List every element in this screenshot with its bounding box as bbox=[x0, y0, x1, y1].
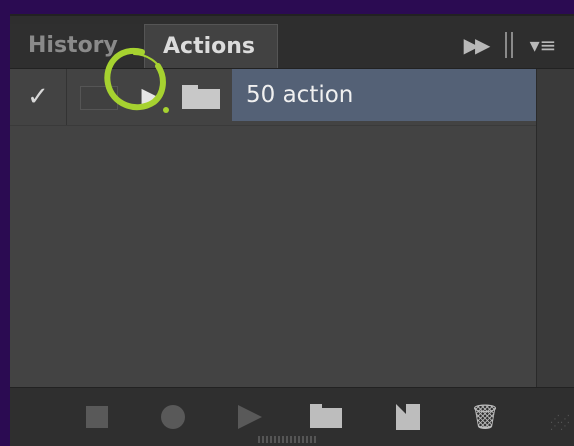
stop-icon bbox=[86, 406, 108, 428]
actions-list: ✓ ▶ 50 action bbox=[10, 69, 536, 387]
action-set-row[interactable]: ✓ ▶ 50 action bbox=[10, 69, 536, 126]
tab-actions[interactable]: Actions bbox=[144, 24, 278, 68]
tab-history[interactable]: History bbox=[10, 24, 142, 68]
record-button[interactable] bbox=[158, 402, 188, 432]
stop-button[interactable] bbox=[82, 402, 112, 432]
panel-tab-bar: History Actions ▶▶ ▾≡ bbox=[10, 16, 574, 69]
resize-grip[interactable]: ⋰⋰ ⋰⋰ bbox=[550, 415, 570, 432]
new-action-button[interactable] bbox=[392, 402, 422, 432]
panel-grip-separator bbox=[505, 32, 513, 58]
trash-icon[interactable]: 🗑 bbox=[470, 402, 500, 432]
actions-panel: History Actions ▶▶ ▾≡ ✓ ▶ 50 action 🗑 ⋰⋰… bbox=[10, 14, 574, 446]
folder-icon bbox=[182, 85, 220, 109]
new-set-button[interactable] bbox=[310, 402, 342, 432]
dialog-toggle[interactable] bbox=[80, 86, 118, 110]
expand-triangle-icon[interactable]: ▶ bbox=[140, 84, 160, 110]
play-button[interactable] bbox=[234, 402, 264, 432]
play-icon bbox=[238, 405, 262, 429]
double-chevron-right-icon[interactable]: ▶▶ bbox=[458, 28, 492, 62]
record-icon bbox=[161, 405, 185, 429]
scrollbar-track[interactable] bbox=[536, 69, 574, 387]
action-set-name[interactable]: 50 action bbox=[232, 69, 536, 121]
panel-bottom-grip[interactable] bbox=[258, 436, 318, 443]
checkmark-icon[interactable]: ✓ bbox=[10, 69, 67, 125]
panel-menu-icon[interactable]: ▾≡ bbox=[526, 28, 560, 62]
